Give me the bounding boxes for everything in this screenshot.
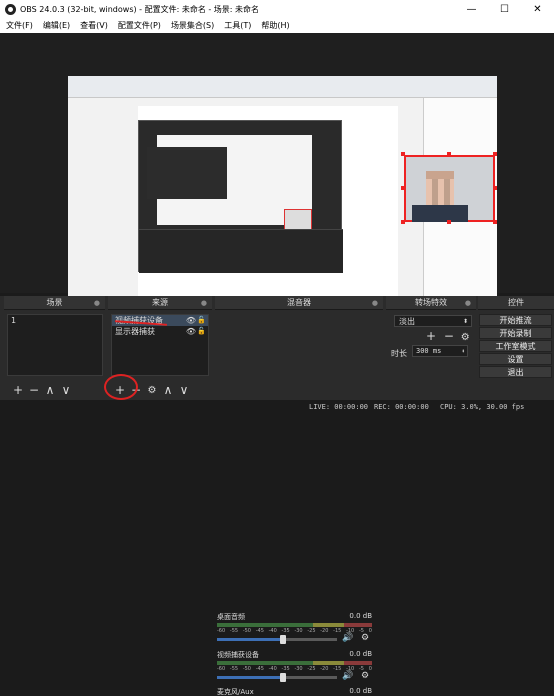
scenes-title: 场景 [46,298,63,307]
controls-title: 控件 [508,298,524,307]
volume-slider[interactable] [217,635,337,644]
window-title: OBS 24.0.3 (32-bit, windows) - 配置文件: 未命名… [20,4,260,14]
channel-name: 视频捕获设备 [217,651,259,659]
move-up-icon[interactable]: ∧ [42,383,58,397]
live-timer: LIVE: 00:00:00 [309,403,369,411]
start-recording-button[interactable]: 开始录制 [479,327,552,339]
eye-icon[interactable]: 👁 [186,326,196,337]
duration-spinbox[interactable]: 300 ms ⬍ [412,345,468,357]
mixer-title: 混音器 [287,298,311,307]
add-transition-button[interactable]: + [426,329,436,343]
dock-area: 场景 ● 1 + − ∧ ∨ 来源 ● 视频捕获设备 👁 🔓 显示器捕获 👁 🔓 [0,296,554,696]
resize-handle[interactable] [493,186,497,190]
mixer-channel: 麦克风/Aux 0.0 dB [217,687,372,696]
gear-icon[interactable]: ⚙ [361,671,369,681]
settings-button[interactable]: 设置 [479,353,552,365]
maximize-button[interactable]: ☐ [488,0,521,18]
move-down-icon[interactable]: ∨ [176,383,192,397]
eye-icon[interactable]: 👁 [186,315,196,326]
transitions-title: 转场特效 [415,298,447,307]
speaker-icon[interactable]: 🔊 [342,671,353,681]
chevron-down-icon: ⬍ [462,318,468,325]
channel-db: 0.0 dB [349,650,372,658]
scenes-panel: 场景 ● 1 + − ∧ ∨ [4,296,105,400]
exit-button[interactable]: 退出 [479,366,552,378]
pixelated-face [426,179,454,205]
resize-handle[interactable] [401,220,405,224]
menu-view[interactable]: 查看(V) [80,20,108,31]
cpu-fps: CPU: 3.0%, 30.00 fps [440,403,525,411]
minimize-button[interactable]: — [455,0,488,18]
transition-tools: + − ⚙ [426,329,470,343]
resize-handle[interactable] [447,152,451,156]
title-bar: OBS 24.0.3 (32-bit, windows) - 配置文件: 未命名… [0,0,554,18]
obs-logo-icon [5,3,16,15]
channel-db: 0.0 dB [349,687,372,695]
duration-label: 时长 [391,349,407,358]
studio-mode-button[interactable]: 工作室模式 [479,340,552,352]
dock-float-icon[interactable]: ● [372,296,378,310]
scenes-toolbar: + − ∧ ∨ [10,383,74,397]
channel-db: 0.0 dB [349,612,372,620]
menu-scene-collection[interactable]: 场景集合(S) [171,20,214,31]
speaker-icon[interactable]: 🔊 [342,633,353,643]
level-meter [217,623,372,627]
menu-file[interactable]: 文件(F) [6,20,33,31]
spin-arrows-icon[interactable]: ⬍ [461,346,465,357]
sources-title: 来源 [152,298,168,307]
start-streaming-button[interactable]: 开始推流 [479,314,552,326]
preview-area[interactable] [0,33,554,317]
nested-obs-capture [138,120,343,273]
move-down-icon[interactable]: ∨ [58,383,74,397]
transitions-panel: 转场特效 ● 淡出 ⬍ + − ⚙ 时长 300 ms ⬍ [386,296,476,400]
resize-handle[interactable] [401,152,405,156]
transition-select[interactable]: 淡出 ⬍ [394,315,472,327]
resize-handle[interactable] [447,220,451,224]
menu-edit[interactable]: 编辑(E) [43,20,70,31]
remove-transition-button[interactable]: − [444,329,454,343]
mixer-channel: 视频捕获设备 0.0 dB -60 -55 -50 -45 -40 -35 -30 -25 -2… [217,650,372,690]
scene-item[interactable]: 1 [8,315,102,326]
source-item[interactable]: 显示器捕获 👁 🔓 [112,326,208,337]
gear-icon[interactable]: ⚙ [461,332,470,343]
channel-name: 麦克风/Aux [217,688,254,696]
highlight-circle [104,374,138,400]
source-label: 显示器捕获 [115,327,155,336]
volume-slider[interactable] [217,673,337,682]
mixer-channel: 桌面音频 0.0 dB -60 -55 -50 -45 -40 -35 -30 -25 -20-… [217,612,372,652]
dock-float-icon[interactable]: ● [94,296,100,310]
menu-bar: 文件(F) 编辑(E) 查看(V) 配置文件(P) 场景集合(S) 工具(T) … [0,18,554,33]
captured-toolbar [68,76,497,98]
close-button[interactable]: ✕ [521,0,554,18]
menu-profile[interactable]: 配置文件(P) [118,20,161,31]
status-bar: LIVE: 00:00:00 REC: 00:00:00 CPU: 3.0%, … [0,400,554,415]
gear-icon[interactable]: ⚙ [144,385,160,396]
add-scene-button[interactable]: + [10,383,26,397]
lock-icon[interactable]: 🔓 [197,315,206,326]
resize-handle[interactable] [401,186,405,190]
scenes-list[interactable]: 1 [7,314,103,376]
mixer-panel: 混音器 ● [215,296,383,400]
dock-float-icon[interactable]: ● [201,296,207,310]
channel-name: 桌面音频 [217,613,245,621]
resize-handle[interactable] [493,220,497,224]
menu-help[interactable]: 帮助(H) [261,20,289,31]
remove-scene-button[interactable]: − [26,383,42,397]
rec-timer: REC: 00:00:00 [374,403,429,411]
video-capture-source[interactable] [404,155,495,222]
move-up-icon[interactable]: ∧ [160,383,176,397]
resize-handle[interactable] [493,152,497,156]
level-meter [217,661,372,665]
gear-icon[interactable]: ⚙ [361,633,369,643]
menu-tools[interactable]: 工具(T) [224,20,251,31]
dock-float-icon[interactable]: ● [465,296,471,310]
lock-icon[interactable]: 🔓 [197,326,206,337]
